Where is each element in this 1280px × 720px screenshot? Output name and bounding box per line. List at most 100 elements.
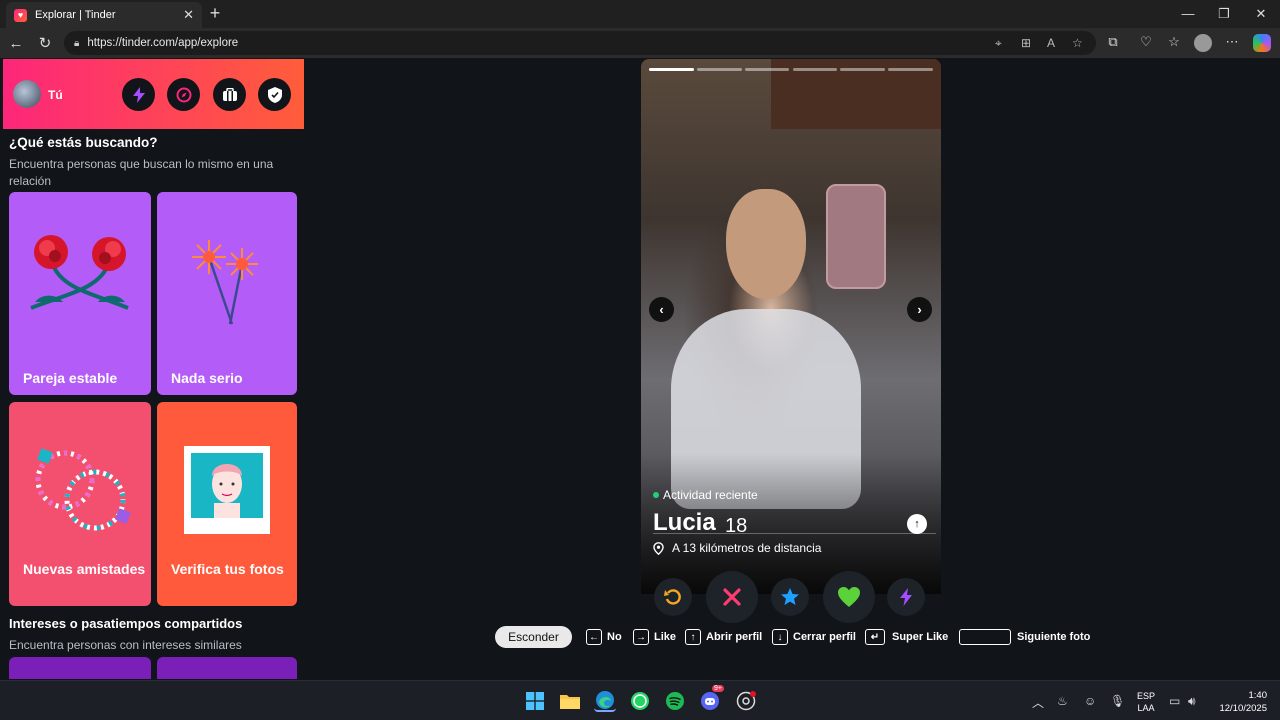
favorites-icon[interactable]: ☆ xyxy=(1165,34,1183,50)
address-bar[interactable]: 🔒︎ https://tinder.com/app/explore xyxy=(64,31,1096,55)
photo-frame-illustration xyxy=(184,446,270,534)
shortcut-next-photo-label: Siguiente foto xyxy=(1017,631,1091,643)
nope-button[interactable] xyxy=(706,571,758,623)
maximize-button[interactable]: ❐ xyxy=(1209,4,1239,24)
lightning-icon xyxy=(900,588,912,606)
steam-tray-icon[interactable]: ♨ xyxy=(1057,694,1068,708)
language-indicator[interactable]: ESP LAA xyxy=(1137,690,1155,714)
location-icon[interactable]: ⌖ xyxy=(995,36,1002,51)
section-title-looking-for: ¿Qué estás buscando? xyxy=(9,135,158,150)
volume-icon[interactable]: 🔊︎ xyxy=(1188,694,1196,709)
back-arrow-icon[interactable]: ← xyxy=(5,33,27,55)
explore-compass-icon[interactable] xyxy=(167,78,200,111)
previous-photo-icon[interactable]: ‹ xyxy=(649,297,674,322)
clock-date: 12/10/2025 xyxy=(1219,703,1267,714)
more-options-icon[interactable]: ⋯ xyxy=(1223,34,1241,50)
location-pin-icon xyxy=(653,541,664,555)
profile-photo[interactable]: ‹ › Actividad reciente Lucia 18 ↑ A 13 k… xyxy=(641,59,941,594)
browser-essentials-icon[interactable]: ♡ xyxy=(1137,34,1155,50)
card-label: Pareja estable xyxy=(23,370,118,386)
user-avatar[interactable] xyxy=(13,80,41,108)
spotify-icon[interactable] xyxy=(664,690,686,712)
rewind-button[interactable] xyxy=(654,578,692,616)
lock-icon: 🔒︎ xyxy=(74,37,80,49)
shortcut-superlike-label: Super Like xyxy=(892,631,949,643)
windows-start-icon[interactable] xyxy=(524,690,546,712)
close-window-button[interactable]: ✕ xyxy=(1246,4,1276,24)
chrome-icon[interactable] xyxy=(735,690,757,712)
refresh-icon[interactable]: ↻ xyxy=(34,33,56,55)
heart-icon xyxy=(838,587,860,607)
photo-progress-segment[interactable] xyxy=(696,68,742,71)
file-explorer-icon[interactable] xyxy=(559,690,581,712)
windows-taskbar: 9+ ︿ ♨ ☺ 🎙︎ ESP LAA ▭ 🔊︎ 1:40 12/10/2025 xyxy=(0,680,1280,720)
network-icon[interactable]: ▭ xyxy=(1169,694,1180,708)
show-hidden-icons-chevron-icon[interactable]: ︿ xyxy=(1032,694,1044,711)
card-nuevas-amistades[interactable]: Nuevas amistades xyxy=(9,402,151,606)
whatsapp-icon[interactable] xyxy=(629,690,651,712)
card-interest-2[interactable] xyxy=(157,657,297,679)
system-clock[interactable]: 1:40 12/10/2025 xyxy=(1215,689,1267,715)
keyboard-shortcuts-bar: Esconder ← No → Like ↑ Abrir perfil ↓ Ce… xyxy=(495,625,1095,649)
new-tab-button[interactable]: + xyxy=(204,3,226,25)
briefcase-icon[interactable] xyxy=(213,78,246,111)
online-dot-icon xyxy=(653,492,659,498)
photo-progress-segment[interactable] xyxy=(888,68,933,71)
tinder-favicon-icon: ♥ xyxy=(14,8,27,22)
hide-shortcuts-button[interactable]: Esconder xyxy=(495,626,572,648)
minimize-button[interactable]: — xyxy=(1173,4,1203,24)
card-label: Nuevas amistades xyxy=(23,561,146,577)
boost-icon[interactable] xyxy=(122,78,155,111)
card-interest-1[interactable] xyxy=(9,657,151,679)
section-subtitle-looking-for: Encuentra personas que buscan lo mismo e… xyxy=(9,157,274,188)
card-verifica-fotos[interactable]: Verifica tus fotos xyxy=(157,402,297,606)
right-arrow-key-icon: → xyxy=(633,629,649,645)
superlike-button[interactable] xyxy=(771,578,809,616)
sparklers-illustration xyxy=(192,240,258,325)
rewind-icon xyxy=(664,589,681,605)
photo-progress-segment[interactable] xyxy=(649,68,694,71)
discord-tray-icon[interactable]: ☺ xyxy=(1084,694,1096,708)
read-aloud-icon[interactable]: A xyxy=(1047,36,1055,50)
shortcut-like-label: Like xyxy=(654,631,677,643)
profile-distance: A 13 kilómetros de distancia xyxy=(653,541,821,555)
language-code: ESP xyxy=(1137,691,1156,701)
nope-x-icon xyxy=(723,588,741,606)
favorite-star-icon[interactable]: ☆ xyxy=(1072,36,1083,50)
safety-shield-icon[interactable] xyxy=(258,78,291,111)
microphone-icon[interactable]: 🎙︎ xyxy=(1110,694,1125,708)
photo-progress-segment[interactable] xyxy=(744,68,790,71)
star-icon xyxy=(781,588,799,605)
explore-sidebar: Tú ¿Qué estás buscando? Encuentra person… xyxy=(3,59,304,679)
activity-status: Actividad reciente xyxy=(653,488,758,502)
card-nada-serio[interactable]: Nada serio xyxy=(157,192,297,395)
card-pareja-estable[interactable]: Pareja estable xyxy=(9,192,151,395)
action-bar xyxy=(641,569,941,631)
extensions-icon[interactable]: ⧉ xyxy=(1104,34,1122,50)
next-photo-icon[interactable]: › xyxy=(907,297,932,322)
browser-profile-avatar[interactable] xyxy=(1194,34,1212,52)
section-subtitle-interests: Encuentra personas con intereses similar… xyxy=(9,638,242,652)
photo-progress-segment[interactable] xyxy=(840,68,886,71)
shortcut-open-profile-label: Abrir perfil xyxy=(706,631,763,643)
discord-badge: 9+ xyxy=(712,685,724,692)
discord-icon[interactable]: 9+ xyxy=(699,685,724,712)
copilot-icon[interactable] xyxy=(1253,34,1271,52)
app-install-icon[interactable]: ⊞ xyxy=(1021,36,1031,50)
divider xyxy=(653,533,936,534)
space-key-icon xyxy=(959,629,1011,645)
bracelets-illustration xyxy=(35,448,131,531)
card-label: Verifica tus fotos xyxy=(171,561,284,577)
like-button[interactable] xyxy=(823,571,875,623)
url-text: https://tinder.com/app/explore xyxy=(87,37,239,49)
edge-browser-icon[interactable] xyxy=(594,690,616,712)
tab-close-icon[interactable]: ✕ xyxy=(183,7,194,23)
open-profile-up-icon[interactable]: ↑ xyxy=(907,514,927,534)
user-name[interactable]: Tú xyxy=(48,88,63,102)
boost-button[interactable] xyxy=(887,578,925,616)
browser-tab[interactable]: ♥ Explorar | Tinder ✕ xyxy=(6,2,202,28)
sidebar-header: Tú xyxy=(3,59,304,129)
shortcut-close-profile-label: Cerrar perfil xyxy=(793,631,856,643)
distance-text: A 13 kilómetros de distancia xyxy=(672,541,822,555)
photo-progress-segment[interactable] xyxy=(792,68,838,71)
